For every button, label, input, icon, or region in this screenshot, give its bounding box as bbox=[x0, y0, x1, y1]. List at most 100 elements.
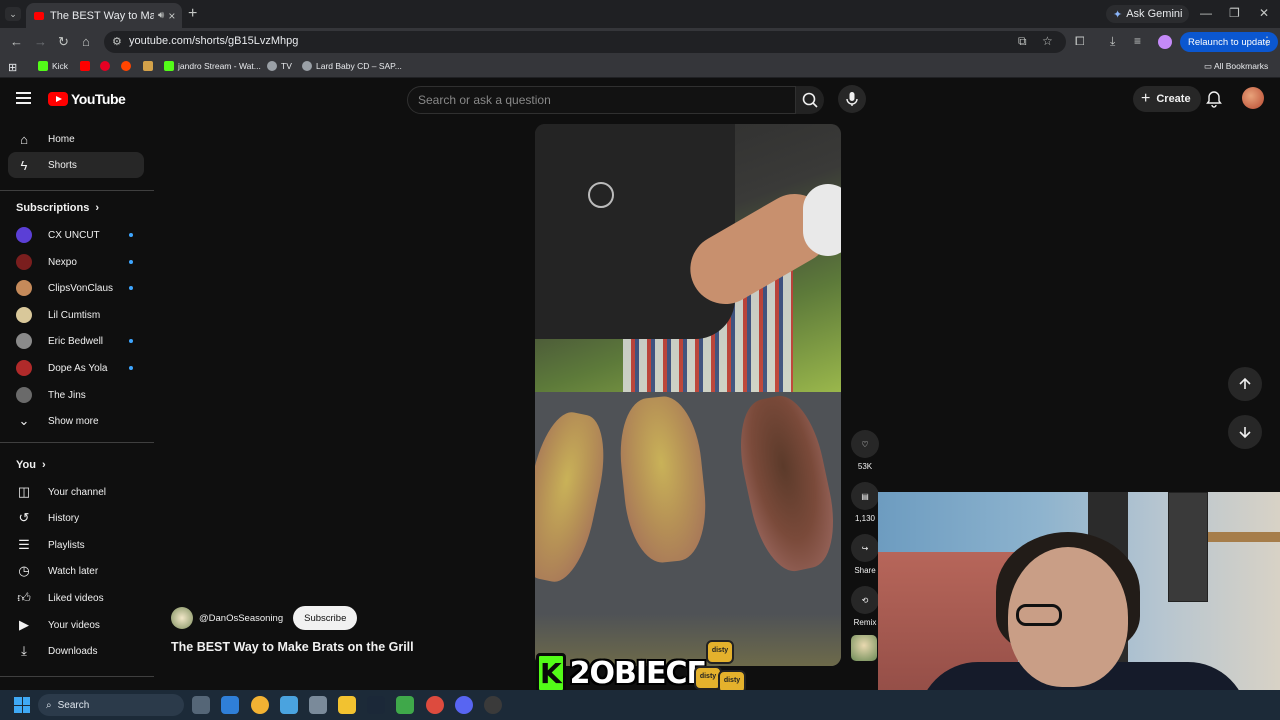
task-view-icon[interactable] bbox=[192, 696, 210, 714]
photos-icon[interactable] bbox=[280, 696, 298, 714]
chrome-icon[interactable] bbox=[426, 696, 444, 714]
taskbar-search[interactable]: ⌕ Search bbox=[38, 694, 184, 716]
search-box[interactable] bbox=[407, 86, 796, 114]
site-info-icon[interactable]: ⚙ bbox=[112, 35, 122, 48]
sidebar-item-home[interactable]: ⌂ Home bbox=[8, 126, 144, 152]
reload-icon[interactable]: ↻ bbox=[58, 34, 69, 50]
youtube-logo[interactable]: YouTube bbox=[48, 91, 126, 107]
comments-button[interactable]: ▤ 1,130 bbox=[850, 482, 880, 523]
minecraft-icon[interactable] bbox=[396, 696, 414, 714]
url-text[interactable]: youtube.com/shorts/gB15LvzMhpg bbox=[129, 35, 298, 47]
bratwurst-meat bbox=[535, 406, 614, 588]
share-button[interactable]: ↪ Share bbox=[850, 534, 880, 575]
widgets-icon[interactable] bbox=[221, 696, 239, 714]
discord-icon[interactable] bbox=[455, 696, 473, 714]
forward-icon[interactable]: → bbox=[34, 34, 47, 49]
ask-gemini-button[interactable]: ✦ Ask Gemini bbox=[1106, 5, 1190, 23]
sidebar-item-the-jins[interactable]: The Jins bbox=[8, 382, 144, 408]
window-close-icon[interactable]: ✕ bbox=[1259, 6, 1269, 20]
restore-icon[interactable]: ❐ bbox=[1229, 6, 1240, 20]
new-content-dot bbox=[129, 233, 133, 237]
bookmark-youtube[interactable] bbox=[80, 61, 90, 71]
sidebar-item-your-channel[interactable]: ◫ Your channel bbox=[8, 479, 144, 505]
media-control-icon[interactable]: ≡ bbox=[1134, 34, 1141, 48]
browser-tab-active[interactable]: The BEST Way to Make Brats 🔊︎ × bbox=[26, 3, 182, 28]
back-icon[interactable]: ← bbox=[10, 34, 23, 49]
more-menu-icon[interactable]: ⋮ bbox=[1261, 34, 1273, 48]
playlists-icon: ☰ bbox=[18, 537, 30, 552]
bookmark-star-icon[interactable]: ☆ bbox=[1042, 34, 1053, 48]
search-button[interactable] bbox=[796, 86, 824, 114]
bookmark-label: jandro Stream - Wat... bbox=[178, 61, 261, 71]
you-title: You bbox=[16, 459, 36, 471]
steam-icon[interactable] bbox=[367, 696, 385, 714]
sidebar-item-watch-later[interactable]: ◷ Watch later bbox=[8, 558, 144, 584]
subscribe-button[interactable]: Subscribe bbox=[293, 606, 358, 630]
sidebar-item-dope-as-yola[interactable]: Dope As Yola bbox=[8, 355, 144, 381]
remix-button[interactable]: ⟲ Remix bbox=[850, 586, 880, 627]
calculator-icon[interactable] bbox=[309, 696, 327, 714]
all-bookmarks-button[interactable]: ▭ All Bookmarks bbox=[1204, 61, 1268, 72]
subscriptions-header[interactable]: Subscriptions › bbox=[16, 202, 99, 214]
bookmark-jandro-stream[interactable]: jandro Stream - Wat... bbox=[164, 61, 261, 71]
sidebar-item-eric-bedwell[interactable]: Eric Bedwell bbox=[8, 328, 144, 354]
sidebar-item-shorts[interactable]: ϟ Shorts bbox=[8, 152, 144, 178]
sidebar-item-nexpo[interactable]: Nexpo bbox=[8, 249, 144, 275]
bookmark-tv[interactable]: TV bbox=[267, 61, 292, 71]
channel-avatar bbox=[16, 360, 32, 376]
remix-icon: ⟲ bbox=[851, 586, 879, 614]
search-input[interactable] bbox=[408, 87, 795, 113]
obs-icon[interactable] bbox=[484, 696, 502, 714]
cast-icon[interactable]: ⧉ bbox=[1018, 34, 1027, 49]
sidebar-item-your-videos[interactable]: ▶ Your videos bbox=[8, 612, 144, 638]
channel-avatar bbox=[16, 307, 32, 323]
address-bar[interactable]: ⚙ youtube.com/shorts/gB15LvzMhpg ⧉ ☆ bbox=[104, 31, 1066, 53]
browser-toolbar: ← → ↻ ⌂ ⚙ youtube.com/shorts/gB15LvzMhpg… bbox=[0, 28, 1280, 56]
file-explorer-icon[interactable] bbox=[338, 696, 356, 714]
account-avatar[interactable] bbox=[1242, 87, 1264, 109]
sidebar-show-more[interactable]: ⌄ Show more bbox=[8, 408, 144, 434]
apps-grid-icon[interactable]: ⊞ bbox=[8, 61, 17, 74]
home-icon[interactable]: ⌂ bbox=[82, 34, 90, 49]
minimize-icon[interactable]: — bbox=[1200, 6, 1212, 20]
bookmark-site[interactable] bbox=[143, 61, 153, 71]
sound-thumbnail[interactable] bbox=[851, 635, 877, 661]
weather-icon[interactable] bbox=[251, 696, 269, 714]
bookmark-reddit[interactable] bbox=[121, 61, 131, 71]
you-header[interactable]: You › bbox=[16, 459, 46, 471]
sidebar-item-downloads[interactable]: ⤓ Downloads bbox=[8, 638, 144, 664]
sidebar-item-cx-uncut[interactable]: CX UNCUT bbox=[8, 222, 144, 248]
notifications-bell-icon[interactable] bbox=[1205, 90, 1223, 108]
youtube-wordmark: YouTube bbox=[71, 91, 126, 107]
like-button[interactable]: ♡ 53K bbox=[850, 430, 880, 471]
next-short-button[interactable] bbox=[1228, 415, 1262, 449]
gemini-sparkle-icon: ✦ bbox=[1113, 8, 1123, 21]
short-title[interactable]: The BEST Way to Make Brats on the Grill bbox=[171, 640, 414, 654]
sidebar-item-label: Dope As Yola bbox=[48, 362, 108, 374]
sidebar-item-liked-videos[interactable]: 👍︎ Liked videos bbox=[8, 585, 144, 611]
menu-hamburger-icon[interactable] bbox=[16, 92, 31, 107]
new-tab-button[interactable]: + bbox=[188, 5, 197, 23]
downloads-icon[interactable]: ⤓ bbox=[1110, 34, 1115, 49]
bookmark-kick[interactable]: Kick bbox=[38, 61, 68, 71]
shorts-video-player[interactable] bbox=[535, 124, 841, 666]
browser-profile-avatar[interactable] bbox=[1158, 35, 1172, 49]
bookmark-pinterest[interactable] bbox=[100, 61, 110, 71]
subscriptions-title: Subscriptions bbox=[16, 202, 90, 214]
speaker-icon[interactable]: 🔊︎ bbox=[158, 10, 164, 21]
download-icon: ⤓ bbox=[21, 643, 27, 658]
sidebar-item-playlists[interactable]: ☰ Playlists bbox=[8, 532, 144, 558]
channel-avatar[interactable] bbox=[171, 607, 193, 629]
sidebar-item-lil-cumtism[interactable]: Lil Cumtism bbox=[8, 302, 144, 328]
tab-close-icon[interactable]: × bbox=[168, 9, 175, 23]
tab-search-icon[interactable]: ⌄ bbox=[5, 7, 21, 21]
extensions-icon[interactable]: ⧠ bbox=[1075, 34, 1085, 49]
sidebar-item-history[interactable]: ↺ History bbox=[8, 505, 144, 531]
previous-short-button[interactable] bbox=[1228, 367, 1262, 401]
create-button[interactable]: + Create bbox=[1133, 86, 1201, 112]
sidebar-item-clipsvonclaus[interactable]: ClipsVonClaus bbox=[8, 275, 144, 301]
windows-start-icon[interactable] bbox=[14, 697, 30, 713]
bookmark-lard-baby[interactable]: Lard Baby CD – SAP... bbox=[302, 61, 402, 71]
channel-name[interactable]: @DanOsSeasoning bbox=[199, 613, 283, 624]
voice-search-button[interactable] bbox=[838, 85, 866, 113]
